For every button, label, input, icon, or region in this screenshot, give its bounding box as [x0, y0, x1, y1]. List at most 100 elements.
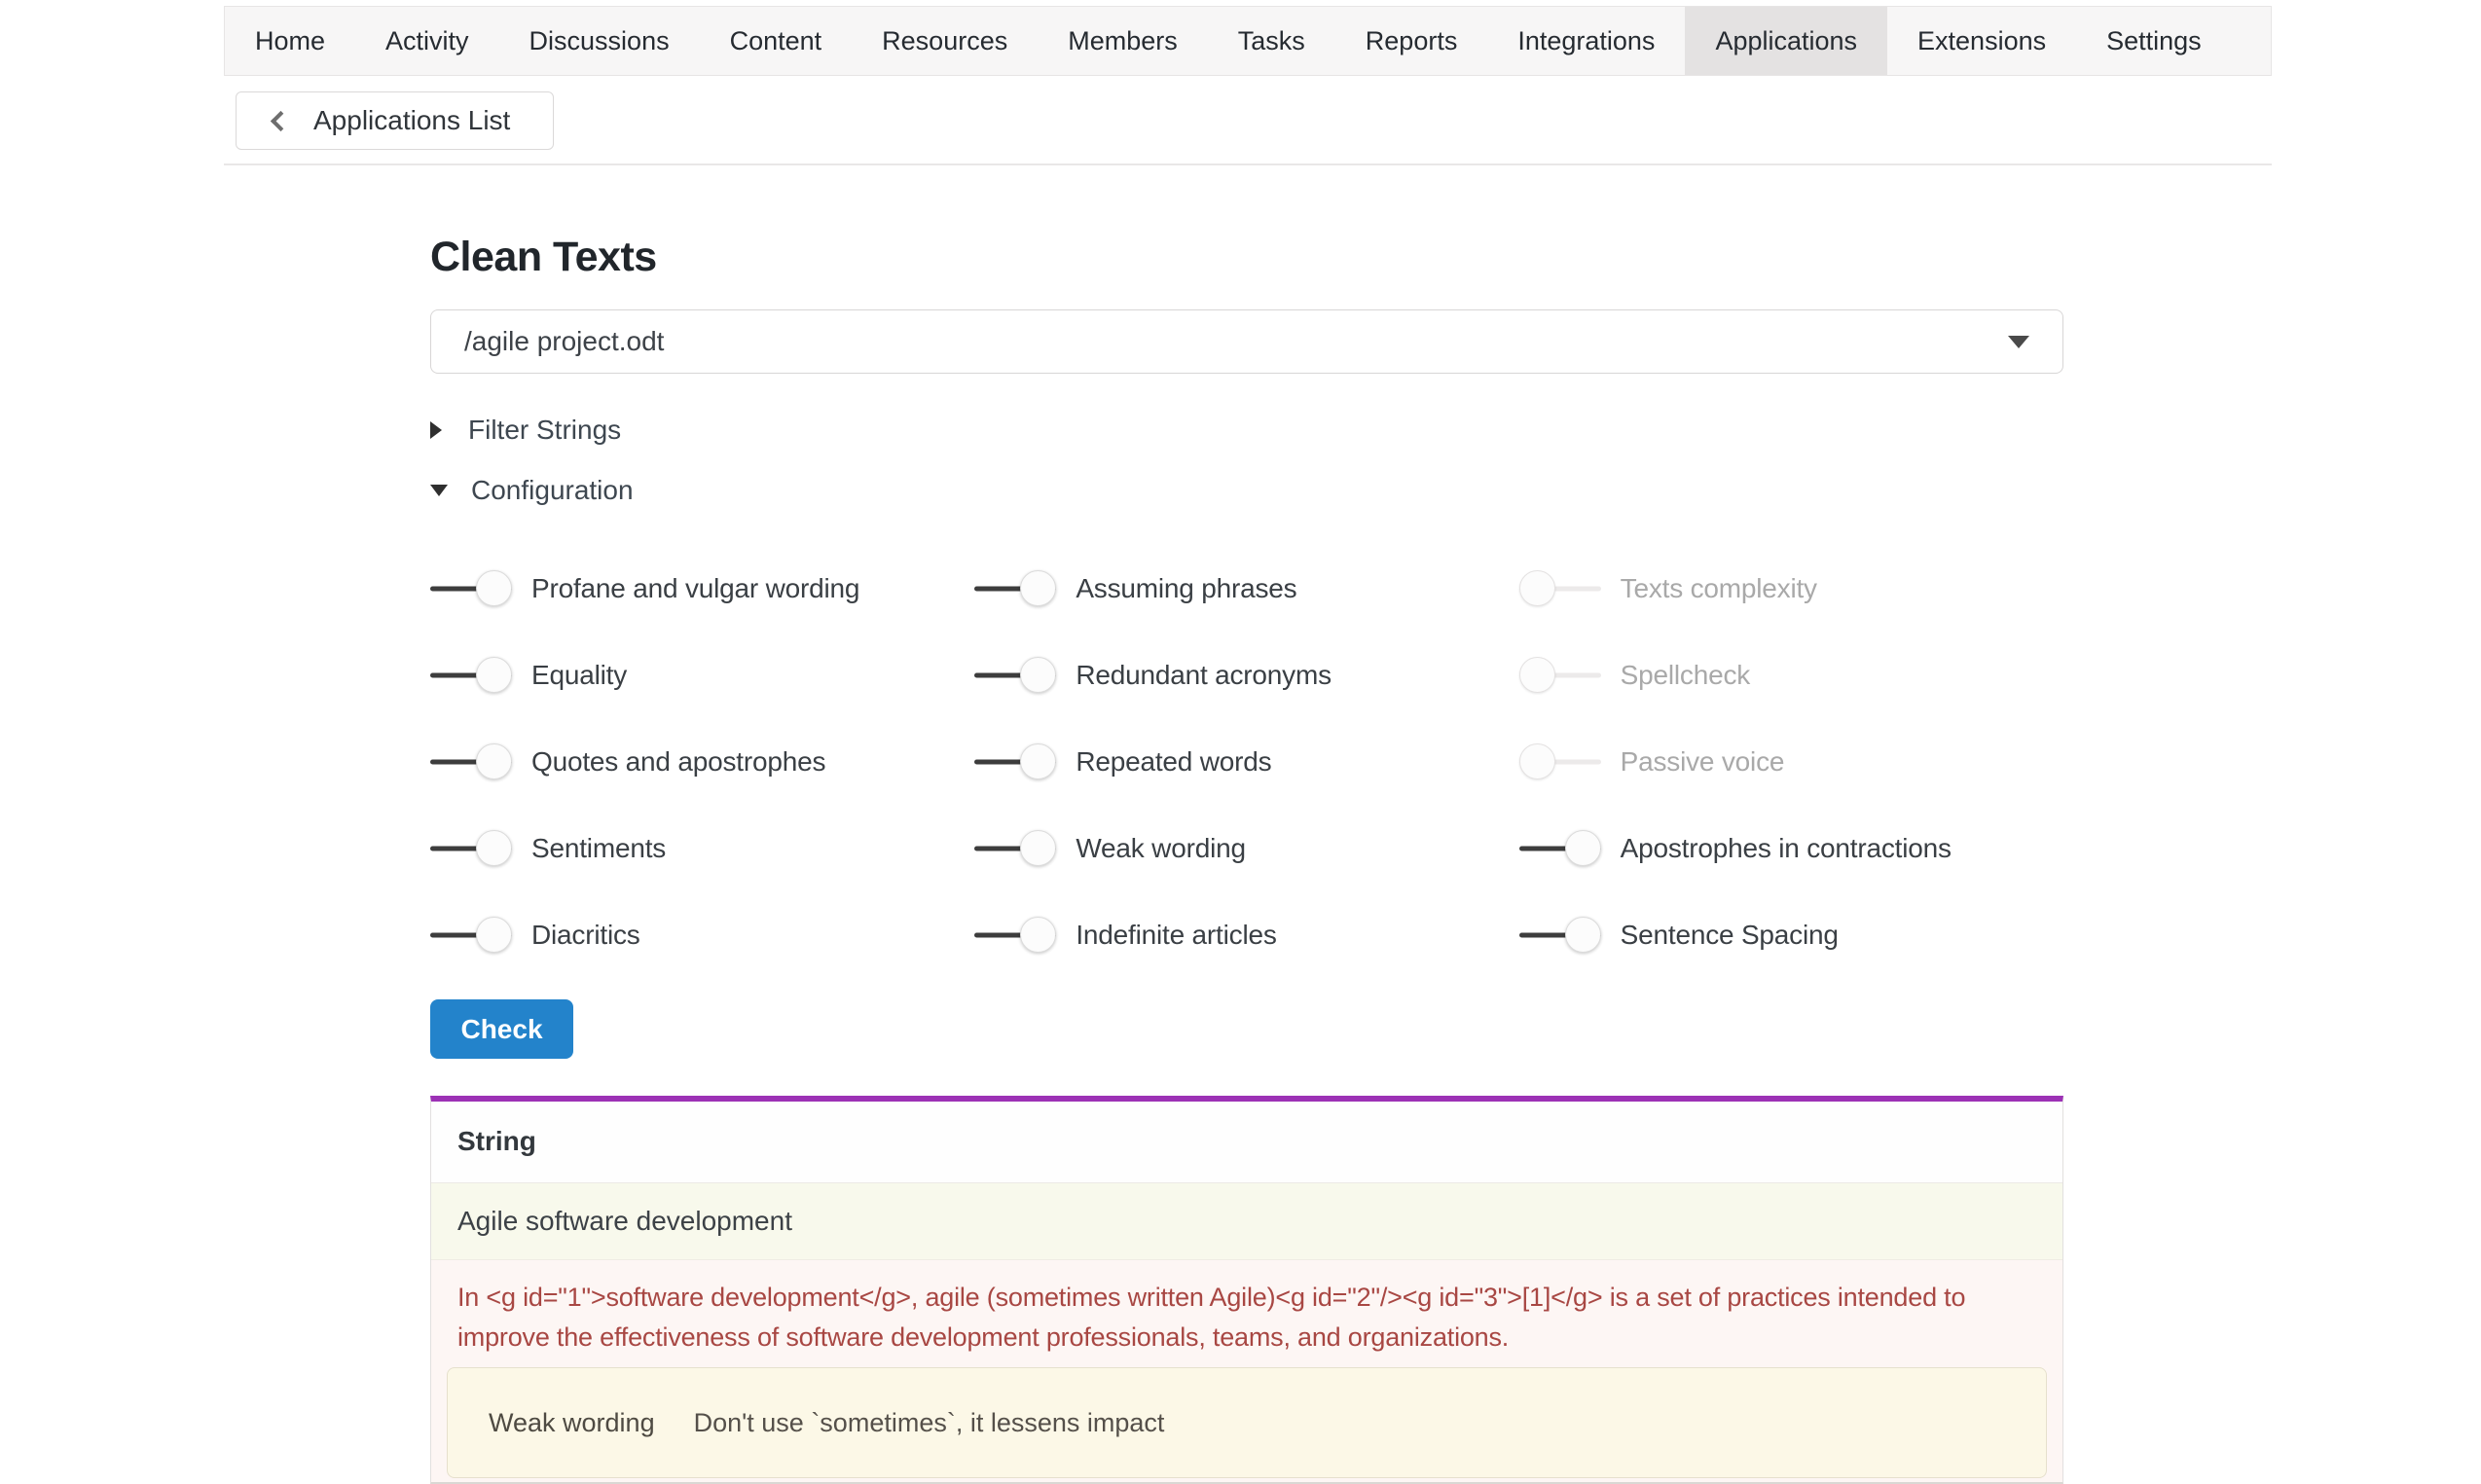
back-row: Applications List	[224, 91, 2272, 150]
applications-list-button[interactable]: Applications List	[236, 91, 554, 150]
toggle-switch[interactable]	[430, 830, 512, 866]
tab-home[interactable]: Home	[225, 7, 355, 75]
toggle-label: Sentence Spacing	[1621, 920, 1839, 951]
result-string-row[interactable]: Agile software development	[431, 1183, 2062, 1260]
header-divider	[224, 163, 2272, 165]
switch-knob	[1519, 657, 1555, 693]
toggle-label: Spellcheck	[1621, 660, 1750, 691]
toggle-label: Weak wording	[1076, 833, 1246, 864]
switch-knob	[476, 657, 512, 693]
file-select[interactable]: /agile project.odt	[430, 309, 2063, 374]
tab-label: Activity	[385, 26, 469, 56]
toggle-switch[interactable]	[974, 743, 1056, 779]
toggle-indefinite-articles: Indefinite articles	[974, 917, 1518, 953]
toggle-texts-complexity: Texts complexity	[1519, 570, 2063, 606]
toggle-switch[interactable]	[430, 657, 512, 693]
switch-knob	[476, 743, 512, 779]
tab-members[interactable]: Members	[1038, 7, 1208, 75]
toggle-label: Diacritics	[531, 920, 640, 951]
collapsed-triangle-icon	[430, 421, 442, 439]
toggle-switch[interactable]	[1519, 917, 1601, 953]
toggle-label: Quotes and apostrophes	[531, 746, 825, 778]
toggle-switch[interactable]	[1519, 657, 1601, 693]
tab-applications[interactable]: Applications	[1685, 7, 1887, 75]
tab-label: Reports	[1366, 26, 1458, 56]
toggle-switch[interactable]	[974, 570, 1056, 606]
toggle-redundant-acronyms: Redundant acronyms	[974, 657, 1518, 693]
toggle-assuming-phrases: Assuming phrases	[974, 570, 1518, 606]
toggle-label: Indefinite articles	[1076, 920, 1276, 951]
toggle-apostrophes-in-contractions: Apostrophes in contractions	[1519, 830, 2063, 866]
file-select-value: /agile project.odt	[464, 326, 664, 357]
toggle-passive-voice: Passive voice	[1519, 743, 2063, 779]
main-content: Clean Texts /agile project.odt Filter St…	[430, 234, 2063, 1484]
tab-tasks[interactable]: Tasks	[1208, 7, 1335, 75]
toggle-label: Assuming phrases	[1076, 573, 1296, 604]
tab-label: Members	[1068, 26, 1178, 56]
toggle-switch[interactable]	[430, 570, 512, 606]
issue-box: Weak wording Don't use `sometimes`, it l…	[447, 1367, 2047, 1478]
result-detail-row: In <g id="1">software development</g>, a…	[431, 1260, 2062, 1482]
configuration-options-grid: Profane and vulgar wording Assuming phra…	[430, 570, 2063, 953]
tab-label: Resources	[882, 26, 1007, 56]
toggle-switch[interactable]	[1519, 743, 1601, 779]
tab-resources[interactable]: Resources	[852, 7, 1038, 75]
tab-label: Settings	[2106, 26, 2202, 56]
toggle-quotes-and-apostrophes: Quotes and apostrophes	[430, 743, 974, 779]
back-button-label: Applications List	[313, 105, 510, 136]
tab-label: Discussions	[529, 26, 670, 56]
tab-content[interactable]: Content	[700, 7, 853, 75]
toggle-switch[interactable]	[1519, 830, 1601, 866]
caret-down-icon	[2008, 336, 2029, 348]
toggle-label: Passive voice	[1621, 746, 1785, 778]
filter-strings-label: Filter Strings	[468, 415, 621, 446]
toggle-switch[interactable]	[974, 917, 1056, 953]
toggle-diacritics: Diacritics	[430, 917, 974, 953]
toggle-label: Profane and vulgar wording	[531, 573, 859, 604]
toggle-profane-vulgar-wording: Profane and vulgar wording	[430, 570, 974, 606]
toggle-switch[interactable]	[430, 917, 512, 953]
tab-label: Applications	[1715, 26, 1857, 56]
page-title: Clean Texts	[430, 234, 2063, 280]
results-panel: String Agile software development In <g …	[430, 1096, 2063, 1484]
toggle-switch[interactable]	[430, 743, 512, 779]
switch-knob	[476, 570, 512, 606]
tab-label: Tasks	[1238, 26, 1305, 56]
results-column-header: String	[431, 1102, 2062, 1183]
page-container: Home Activity Discussions Content Resour…	[224, 6, 2272, 1484]
switch-knob	[1020, 917, 1056, 953]
toggle-label: Sentiments	[531, 833, 666, 864]
tab-activity[interactable]: Activity	[355, 7, 499, 75]
toggle-label: Repeated words	[1076, 746, 1271, 778]
switch-knob	[476, 917, 512, 953]
tab-label: Content	[730, 26, 822, 56]
tab-integrations[interactable]: Integrations	[1487, 7, 1685, 75]
switch-knob	[1020, 830, 1056, 866]
chevron-left-icon	[271, 111, 291, 131]
toggle-switch[interactable]	[974, 830, 1056, 866]
tab-extensions[interactable]: Extensions	[1887, 7, 2076, 75]
toggle-spellcheck: Spellcheck	[1519, 657, 2063, 693]
toggle-label: Apostrophes in contractions	[1621, 833, 1952, 864]
tab-discussions[interactable]: Discussions	[499, 7, 700, 75]
tab-settings[interactable]: Settings	[2076, 7, 2232, 75]
tab-label: Integrations	[1517, 26, 1655, 56]
check-button[interactable]: Check	[430, 999, 573, 1059]
tab-reports[interactable]: Reports	[1335, 7, 1488, 75]
switch-knob	[476, 830, 512, 866]
toggle-sentence-spacing: Sentence Spacing	[1519, 917, 2063, 953]
switch-knob	[1565, 917, 1601, 953]
issue-message: Don't use `sometimes`, it lessens impact	[694, 1408, 1165, 1438]
switch-knob	[1020, 743, 1056, 779]
toggle-weak-wording: Weak wording	[974, 830, 1518, 866]
filter-strings-toggle[interactable]: Filter Strings	[430, 415, 621, 446]
configuration-toggle[interactable]: Configuration	[430, 475, 634, 506]
top-navigation: Home Activity Discussions Content Resour…	[224, 6, 2272, 76]
toggle-sentiments: Sentiments	[430, 830, 974, 866]
expanded-triangle-icon	[430, 485, 448, 496]
toggle-switch[interactable]	[1519, 570, 1601, 606]
tab-label: Extensions	[1917, 26, 2046, 56]
toggle-label: Texts complexity	[1621, 573, 1817, 604]
switch-knob	[1020, 570, 1056, 606]
toggle-switch[interactable]	[974, 657, 1056, 693]
